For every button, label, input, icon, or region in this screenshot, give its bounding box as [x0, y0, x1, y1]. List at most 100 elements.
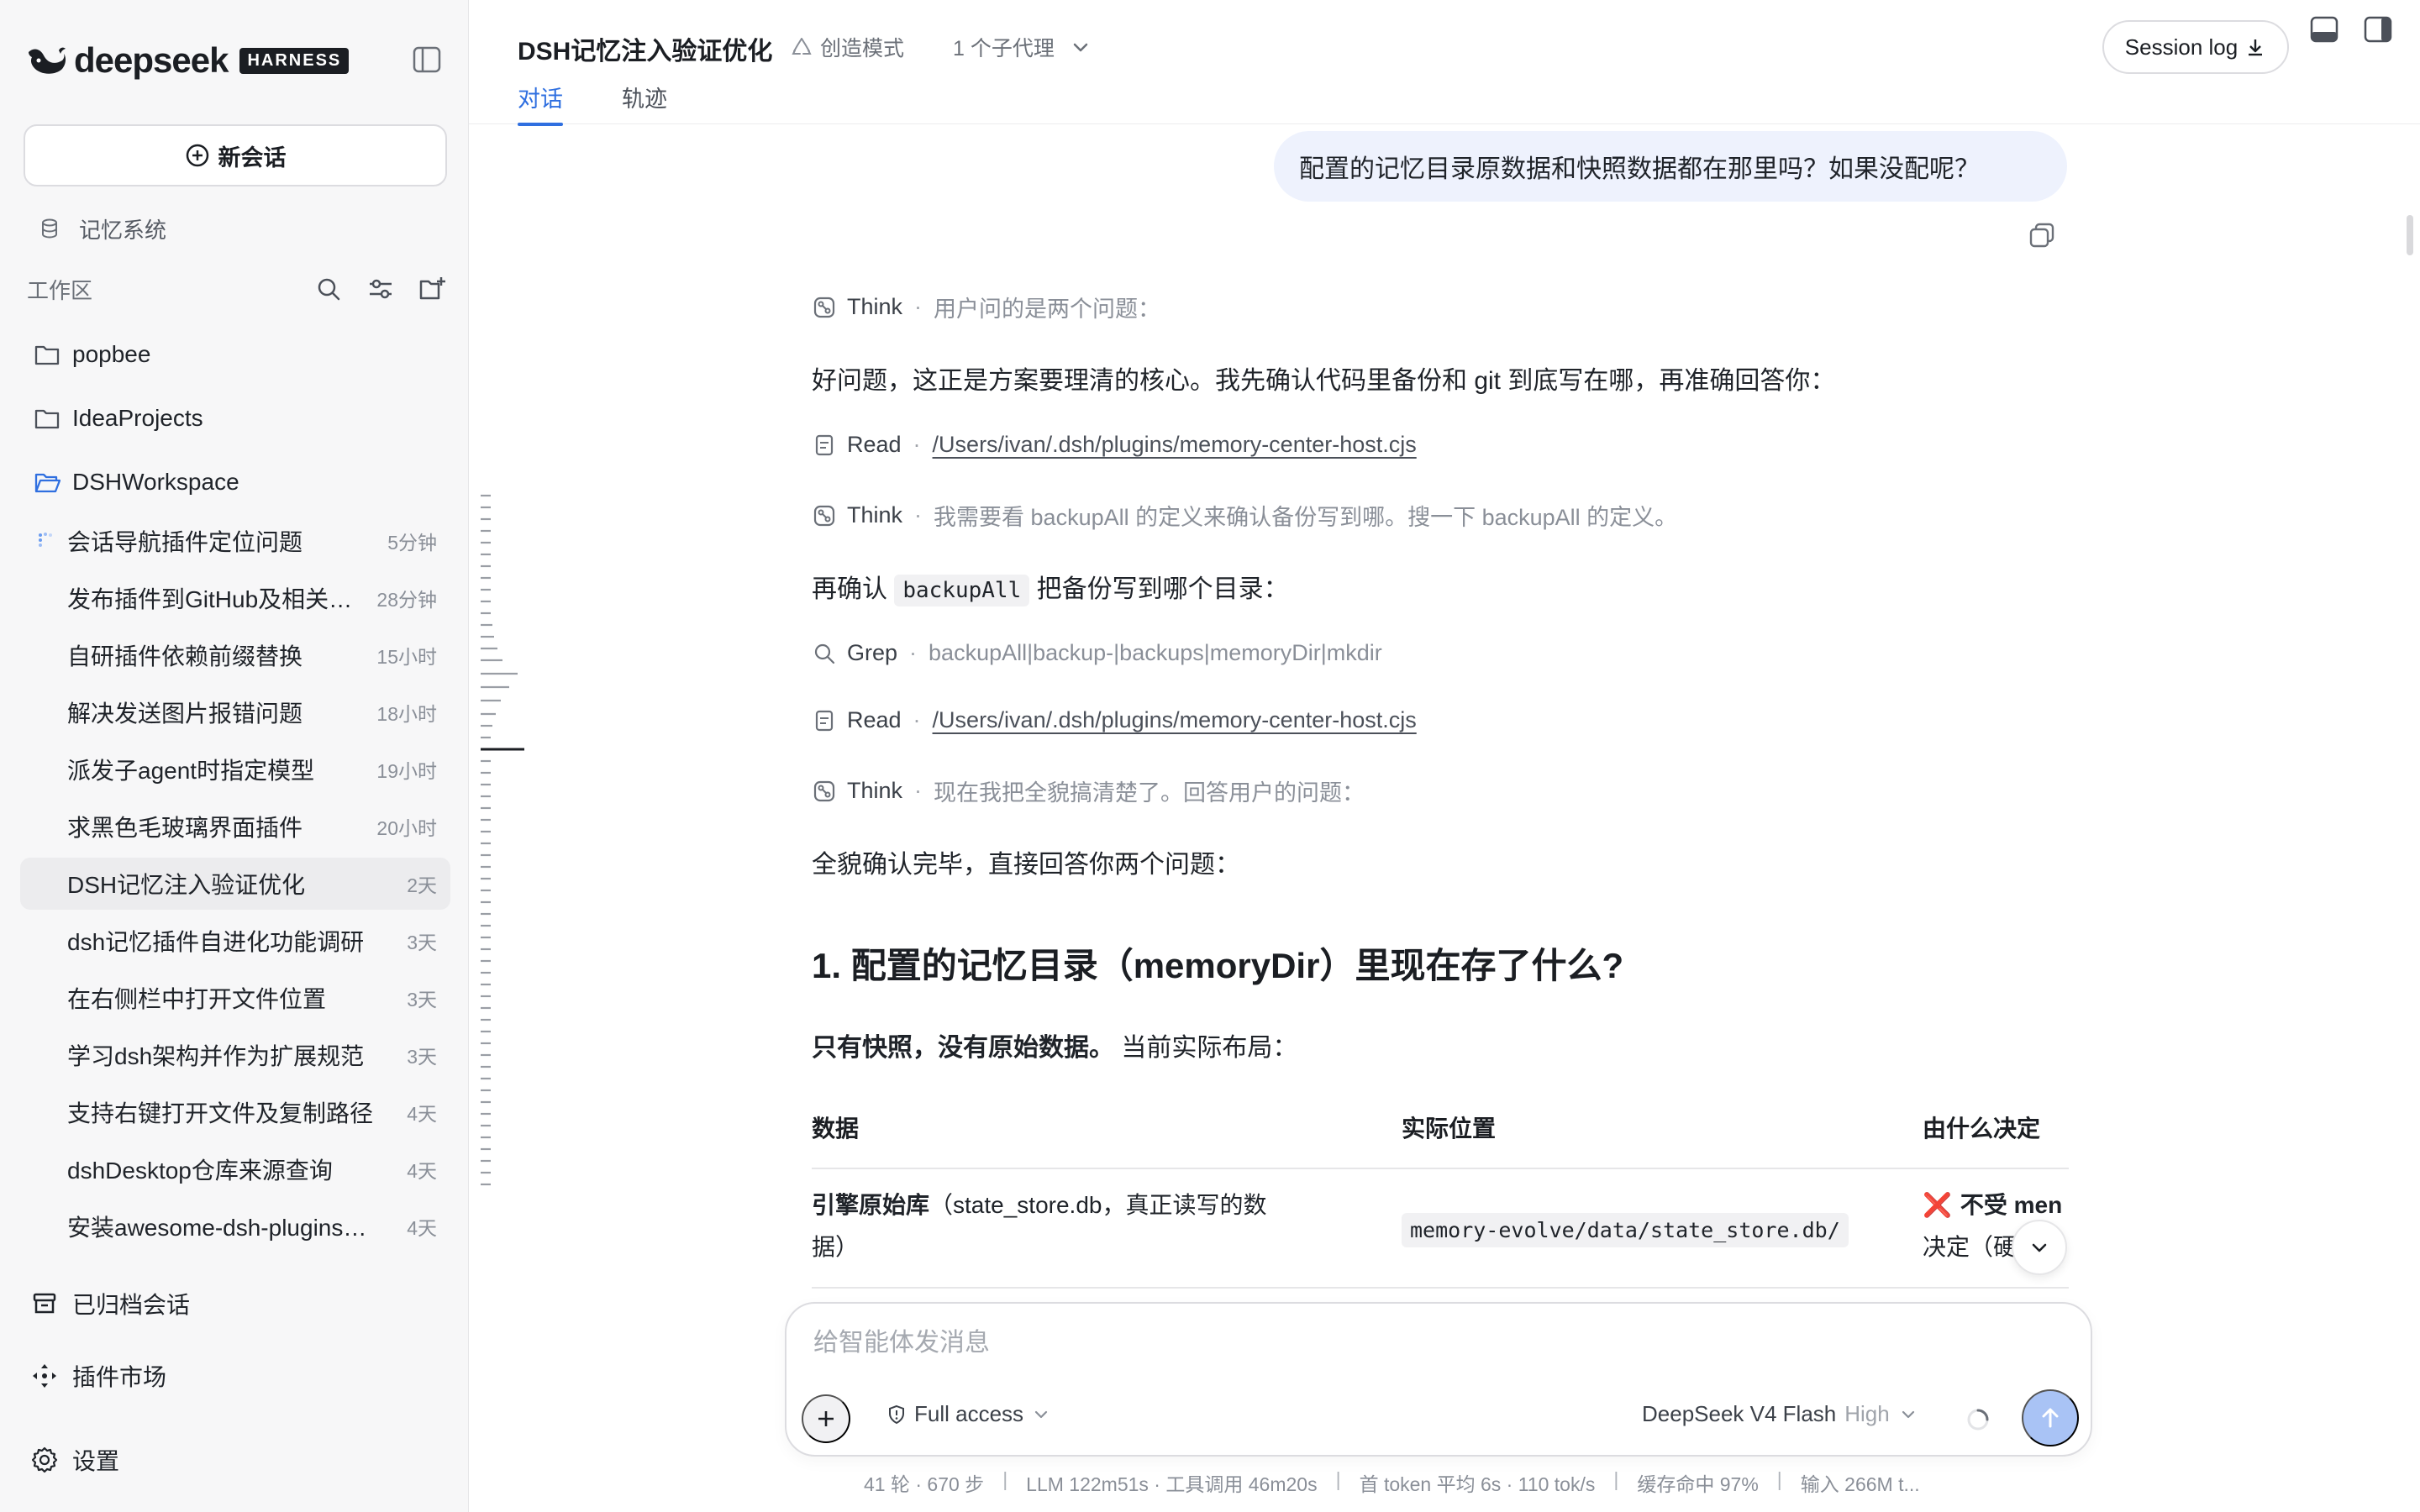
folder-label: IdeaProjects [72, 405, 203, 431]
folder-dshworkspace[interactable]: DSHWorkspace [34, 462, 239, 502]
cell-text: （state_store.db，真正读写的数 [929, 1192, 1267, 1218]
think-step[interactable]: Think · 用户问的是两个问题： [812, 291, 1160, 323]
plus-circle-icon [186, 144, 208, 167]
chevron-down-icon [1073, 43, 1088, 52]
new-folder-icon[interactable] [418, 275, 447, 303]
bottom-panel-toggle-icon[interactable] [2309, 15, 2339, 44]
archived-sessions-link[interactable]: 已归档会话 [30, 1284, 190, 1324]
new-chat-label: 新会话 [218, 144, 287, 171]
message-composer: Full access DeepSeek V4 Flash High [785, 1302, 2092, 1457]
mode-chip[interactable]: 创造模式 [790, 32, 904, 62]
settings-label: 设置 [72, 1448, 120, 1474]
think-step[interactable]: Think · 现在我把全貌搞清楚了。回答用户的问题： [812, 774, 1365, 807]
session-item[interactable]: 求黑色毛玻璃界面插件 20小时 [20, 801, 450, 853]
subagents-label: 1 个子代理 [953, 37, 1055, 60]
read-label: Read [847, 707, 902, 732]
tab-conversation[interactable]: 对话 [518, 81, 563, 126]
session-time: 4天 [407, 1103, 437, 1125]
session-item[interactable]: 派发子agent时指定模型 19小时 [20, 743, 450, 795]
model-selector[interactable]: DeepSeek V4 Flash High [1642, 1401, 1918, 1427]
scrollbar-thumb[interactable] [2407, 215, 2413, 255]
tab-trajectory[interactable]: 轨迹 [622, 81, 667, 124]
session-time: 20小时 [376, 817, 437, 839]
session-log-label: Session log [2124, 34, 2238, 60]
assistant-paragraph: 只有快照，没有原始数据。 当前实际布局： [812, 1026, 1297, 1063]
attach-button[interactable] [802, 1394, 850, 1443]
read-step[interactable]: Read · /Users/ivan/.dsh/plugins/memory-c… [812, 432, 1417, 458]
scroll-to-bottom-button[interactable] [2012, 1220, 2067, 1275]
think-text: 现在我把全貌搞清楚了。回答用户的问题： [934, 780, 1365, 806]
session-title: 求黑色毛玻璃界面插件 [67, 815, 303, 841]
shield-alert-icon [889, 1404, 904, 1424]
session-item[interactable]: 在右侧栏中打开文件位置 3天 [20, 972, 450, 1024]
paragraph-text: 再确认 [812, 575, 887, 603]
session-item[interactable]: dshDesktop仓库来源查询 4天 [20, 1143, 450, 1195]
search-icon[interactable] [314, 275, 343, 303]
folder-popbee[interactable]: popbee [34, 334, 150, 375]
think-step[interactable]: Think · 我需要看 backupAll 的定义来确认备份写到哪。搜一下 b… [812, 499, 1677, 532]
filter-sliders-icon[interactable] [366, 275, 395, 303]
copy-icon[interactable] [2027, 220, 2057, 250]
session-item[interactable]: 安装awesome-dsh-plugins… 4天 [20, 1200, 450, 1252]
settings-link[interactable]: 设置 [30, 1440, 119, 1480]
brand-badge: HARNESS [239, 47, 350, 74]
session-item[interactable]: 解决发送图片报错问题 18小时 [20, 686, 450, 738]
new-chat-button[interactable]: 新会话 [24, 124, 447, 186]
separator-dot: · [914, 778, 923, 803]
brand-name: deepseek [74, 40, 229, 80]
think-text: 我需要看 backupAll 的定义来确认备份写到哪。搜一下 backupAll… [934, 505, 1678, 530]
paragraph-text: 把备份写到哪个目录： [1036, 575, 1289, 603]
table-code-cell: memory-evolve/data/state_store.db/ [1402, 1213, 1849, 1247]
gear-icon [31, 1446, 58, 1473]
session-log-button[interactable]: Session log [2102, 20, 2289, 74]
session-time: 18小时 [376, 703, 437, 725]
session-item-active[interactable]: DSH记忆注入验证优化 2天 [20, 858, 450, 910]
session-title: 自研插件依赖前缀替换 [67, 643, 303, 669]
grep-label: Grep [847, 640, 898, 665]
folder-open-icon [34, 473, 60, 493]
session-title: 在右侧栏中打开文件位置 [67, 986, 327, 1012]
separator-dot: · [914, 294, 923, 319]
download-icon [2249, 39, 2263, 56]
separator-dot: · [909, 640, 918, 665]
session-item[interactable]: 发布插件到GitHub及相关… 28分钟 [20, 572, 450, 624]
stat-item: 缓存命中 97% [1637, 1473, 1759, 1495]
chevron-down-icon [1902, 1410, 1914, 1418]
brand-logo[interactable]: deepseek HARNESS [25, 39, 350, 82]
plugin-market-link[interactable]: 插件市场 [30, 1356, 166, 1396]
cell-bold-text: 引擎原始库 [812, 1192, 930, 1218]
grep-step[interactable]: Grep · backupAll|backup-|backups|memoryD… [812, 640, 1382, 666]
send-button[interactable] [2022, 1389, 2079, 1446]
sidebar-toggle-icon[interactable] [412, 45, 442, 74]
session-item[interactable]: 自研插件依赖前缀替换 15小时 [20, 629, 450, 681]
archive-icon [33, 1293, 56, 1314]
message-input[interactable] [813, 1329, 2057, 1357]
file-path-link[interactable]: /Users/ivan/.dsh/plugins/memory-center-h… [933, 707, 1417, 733]
session-time: 5分钟 [387, 532, 437, 554]
think-label: Think [847, 294, 903, 319]
arrow-up-icon [2042, 1408, 2059, 1428]
session-item[interactable]: 会话导航插件定位问题 5分钟 [20, 515, 450, 567]
file-path-link[interactable]: /Users/ivan/.dsh/plugins/memory-center-h… [933, 432, 1417, 458]
move-arrows-icon [33, 1364, 56, 1388]
right-panel-toggle-icon[interactable] [2363, 15, 2393, 44]
brain-icon [813, 297, 835, 318]
conversation-minimap[interactable] [479, 494, 538, 1208]
archived-label: 已归档会话 [72, 1292, 191, 1318]
read-step[interactable]: Read · /Users/ivan/.dsh/plugins/memory-c… [812, 707, 1417, 733]
section-heading: 1. 配置的记忆目录（memoryDir）里现在存了什么? [812, 946, 1624, 985]
memory-system-link[interactable]: 记忆系统 [39, 210, 166, 247]
deepseek-whale-icon [29, 47, 66, 74]
folder-ideaprojects[interactable]: IdeaProjects [34, 398, 203, 438]
session-item[interactable]: dsh记忆插件自进化功能调研 3天 [20, 915, 450, 967]
separator-dot: · [913, 432, 921, 457]
session-item[interactable]: 支持右键打开文件及复制路径 4天 [20, 1086, 450, 1138]
cell-bold-text: 不受 men [1960, 1192, 2063, 1218]
think-label: Think [847, 778, 903, 803]
session-title: DSH记忆注入验证优化 [67, 872, 306, 898]
subagents-dropdown[interactable]: 1 个子代理 [953, 32, 1092, 62]
grep-pattern: backupAll|backup-|backups|memoryDir|mkdi… [929, 640, 1382, 665]
access-level-dropdown[interactable]: Full access [886, 1401, 1052, 1427]
session-item[interactable]: 学习dsh架构并作为扩展规范 3天 [20, 1029, 450, 1081]
cell-text: 决定（硬 [1923, 1234, 2018, 1260]
